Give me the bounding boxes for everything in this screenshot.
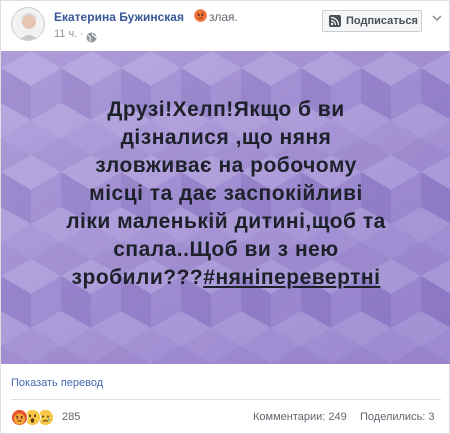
reaction-count[interactable]: 285	[62, 411, 80, 423]
post-time[interactable]: 11 ч.	[54, 28, 77, 40]
rss-icon	[329, 15, 342, 27]
comments-count[interactable]: Комментарии: 249	[253, 411, 347, 423]
post-text-line: дізналися ,що няня	[120, 126, 332, 149]
post-text-line: ліки маленькій дитині,щоб та	[66, 210, 386, 233]
post-text-last-line: зробили???#няніперевертні	[31, 264, 421, 292]
post-text-line: зловживає на робочому	[95, 154, 357, 177]
post-text-line: місці та дає заспокійливі	[89, 182, 363, 205]
feeling-text: злая.	[209, 10, 238, 24]
post-text-line: спала..Щоб ви з нею	[113, 238, 339, 261]
shares-count[interactable]: Поделились: 3	[360, 411, 435, 423]
follow-button[interactable]: Подписаться	[322, 10, 422, 32]
facebook-post: Екатерина Бужинская злая. 11 ч. · Подпис…	[0, 0, 450, 434]
post-header: Екатерина Бужинская злая. 11 ч. · Подпис…	[1, 1, 450, 47]
post-text: Друзі!Хелп!Якщо б ви дізналися ,що няня …	[31, 96, 421, 292]
follow-button-label: Подписаться	[346, 15, 418, 27]
author-name[interactable]: Екатерина Бужинская	[54, 10, 184, 24]
separator-dot: ·	[80, 28, 84, 40]
post-text-line: зробили???	[71, 266, 204, 289]
chevron-down-icon[interactable]	[430, 11, 444, 25]
show-translation-link[interactable]: Показать перевод	[11, 377, 103, 389]
divider	[11, 399, 441, 400]
angry-emoji-icon	[194, 9, 207, 22]
globe-icon[interactable]	[86, 30, 97, 43]
avatar[interactable]	[11, 7, 45, 41]
hashtag-link[interactable]: #няніперевертні	[203, 266, 380, 289]
post-text-line: Друзі!Хелп!Якщо б ви	[107, 98, 345, 121]
angry-reaction-icon	[11, 409, 28, 426]
